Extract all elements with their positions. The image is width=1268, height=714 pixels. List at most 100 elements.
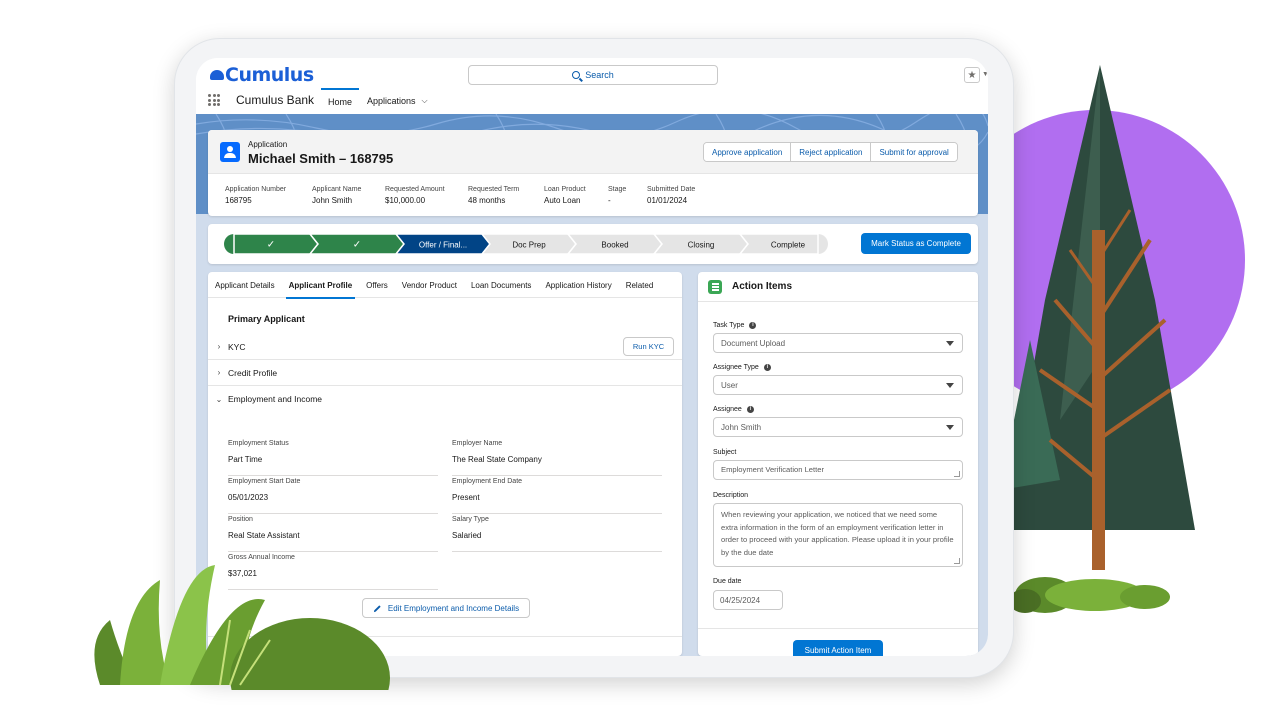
tab-applicant-details[interactable]: Applicant Details (208, 272, 282, 298)
field-employment-start-date: Employment Start Date 05/01/2023 (228, 478, 438, 514)
field-position: Position Real State Assistant (228, 516, 438, 552)
description-label: Description (713, 492, 748, 499)
field-employment-end-date: Employment End Date Present (452, 478, 662, 514)
field-label: Employment Start Date (228, 478, 301, 485)
due-date-label: Due date (713, 578, 741, 585)
highlight-value: 168795 (225, 196, 252, 205)
mark-status-complete-button[interactable]: Mark Status as Complete (861, 233, 971, 254)
field-label: Employment End Date (452, 478, 523, 485)
path-stage-label: ✓ (353, 240, 361, 251)
record-object-label: Application (248, 140, 288, 149)
field-label: Employment Status (228, 440, 289, 447)
tab-loan-documents[interactable]: Loan Documents (464, 272, 538, 298)
info-icon[interactable]: i (746, 406, 754, 413)
path-stage[interactable]: Doc Prep (481, 234, 577, 254)
path-stage[interactable]: ✓ (309, 234, 405, 254)
path-stage[interactable]: Complete (739, 234, 828, 254)
approve-application-button[interactable]: Approve application (704, 143, 792, 161)
nav-tab-home[interactable]: Home (321, 88, 360, 114)
path-stage-label: Offer / Final... (419, 241, 467, 250)
path-stage-label: Booked (601, 241, 628, 250)
tab-applicant-profile[interactable]: Applicant Profile (282, 272, 360, 299)
accordion-employment-income[interactable]: ⌄ Employment and Income (208, 386, 682, 412)
task-type-select[interactable]: Document Upload (713, 333, 963, 353)
action-items-title: Action Items (732, 281, 793, 292)
tab-vendor-product[interactable]: Vendor Product (395, 272, 464, 298)
highlight-label: Requested Term (468, 186, 520, 193)
edit-button-label: Edit Employment and Income Details (387, 603, 520, 613)
dropdown-caret-icon (946, 383, 954, 388)
path-stage[interactable]: Closing (653, 234, 749, 254)
accordion-label: Credit Profile (228, 367, 278, 378)
due-date-input[interactable]: 04/25/2024 (713, 590, 783, 610)
chevron-down-icon[interactable]: ⌵ (422, 96, 428, 106)
path-stage[interactable]: Offer / Final... (395, 234, 491, 254)
assignee-type-select[interactable]: User (713, 375, 963, 395)
nav-tab-label: Applications (367, 96, 416, 106)
field-value: Salaried (452, 531, 482, 540)
submit-action-item-button[interactable]: Submit Action Item (793, 640, 883, 656)
search-icon (572, 71, 581, 79)
run-kyc-button[interactable]: Run KYC (623, 337, 674, 356)
highlight-requested-term: Requested Term 48 months (468, 186, 519, 205)
info-icon[interactable]: i (763, 364, 771, 371)
path-stage[interactable]: Booked (567, 234, 663, 254)
field-label: Salary Type (452, 516, 489, 523)
accordion-kyc[interactable]: › KYC (208, 334, 682, 360)
chevron-down-icon: ⌄ (215, 394, 223, 404)
subject-input[interactable]: Employment Verification Letter (713, 460, 963, 480)
field-label: Assignee Type (713, 364, 759, 371)
field-value: The Real State Company (452, 455, 542, 464)
input-value: Employment Verification Letter (721, 465, 824, 474)
nav-tab-label: Home (328, 97, 353, 107)
field-label: Employer Name (452, 440, 503, 447)
chevron-right-icon: › (217, 342, 221, 351)
status-path: ✓ ✓ Offer / Final... Doc Prep Booked Closing C… (208, 224, 978, 264)
favorites-menu-chevron-icon[interactable]: ▼ (982, 71, 988, 78)
accordion-label: Employment and Income (228, 394, 323, 404)
cloud-logo-icon (210, 70, 224, 80)
section-title: Primary Applicant (228, 314, 305, 324)
description-textarea[interactable]: When reviewing your application, we noti… (713, 503, 963, 567)
resize-handle-icon[interactable] (954, 471, 960, 477)
field-employer-name: Employer Name The Real State Company (452, 440, 662, 476)
field-label: Task Type (713, 322, 745, 329)
bush-right-illustration (1009, 577, 1170, 613)
dropdown-caret-icon (946, 425, 954, 430)
input-value: 04/25/2024 (720, 595, 761, 605)
cumulus-logo[interactable]: Cumulus (210, 64, 314, 86)
action-items-header: Action Items (698, 272, 978, 302)
app-name: Cumulus Bank (236, 93, 315, 107)
path-stage-label: ✓ (267, 240, 275, 251)
highlight-label: Requested Amount (385, 186, 445, 193)
info-icon[interactable]: i (749, 322, 757, 329)
field-label: Description (713, 492, 749, 499)
nav-tab-applications[interactable]: Applications ⌵ (360, 88, 435, 114)
field-label: Subject (713, 449, 737, 456)
tab-related[interactable]: Related (619, 272, 661, 298)
path-stage-shape (233, 234, 319, 254)
reject-application-button[interactable]: Reject application (791, 143, 872, 161)
favorites-star-icon[interactable]: ★ (964, 67, 980, 83)
highlight-label: Applicant Name (312, 186, 362, 193)
highlight-label: Loan Product (544, 186, 586, 193)
submit-for-approval-button[interactable]: Submit for approval (871, 143, 957, 161)
field-employment-status: Employment Status Part Time (228, 440, 438, 476)
highlight-value: $10,000.00 (385, 196, 426, 205)
tab-offers[interactable]: Offers (359, 272, 395, 298)
resize-handle-icon[interactable] (954, 558, 960, 564)
accordion-credit-profile[interactable]: › Credit Profile (208, 360, 682, 386)
search-input[interactable]: Search (468, 65, 718, 85)
tree-illustration (1000, 65, 1195, 570)
textarea-value: When reviewing your application, we noti… (721, 510, 954, 557)
field-label: Due date (713, 578, 742, 585)
application-record-icon (220, 142, 240, 162)
assignee-select[interactable]: John Smith (713, 417, 963, 437)
field-value: Present (452, 493, 480, 502)
path-stage[interactable]: ✓ (224, 234, 319, 254)
field-value: 05/01/2023 (228, 493, 269, 502)
global-header: Cumulus Search ★ ▼ Cumulus Bank Home App… (196, 58, 988, 114)
tab-application-history[interactable]: Application History (538, 272, 618, 298)
field-label: Position (228, 516, 253, 523)
app-launcher-icon[interactable] (208, 94, 220, 106)
